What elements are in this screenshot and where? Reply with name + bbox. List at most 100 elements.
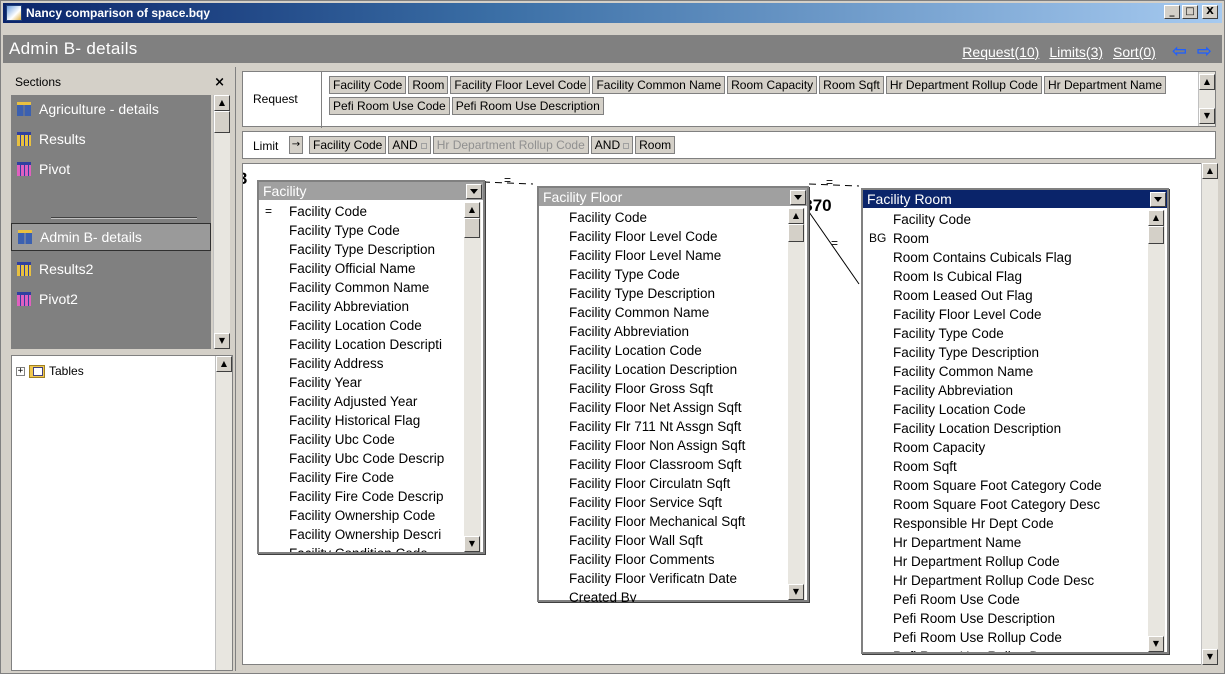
table-field[interactable]: Responsible Hr Dept Code — [863, 514, 1149, 533]
table-field[interactable]: Room Contains Cubicals Flag — [863, 248, 1149, 267]
request-scrollbar[interactable]: ▲ ▼ — [1198, 72, 1215, 126]
table-field[interactable]: Facility Floor Classroom Sqft — [539, 455, 789, 474]
facility-floor-table[interactable]: Facility Floor Facility Code Facility Flo… — [537, 186, 809, 602]
table-field[interactable]: Room Square Foot Category Desc — [863, 495, 1149, 514]
limit-operator[interactable]: AND — [590, 136, 634, 154]
table-field[interactable]: Hr Department Name — [863, 533, 1149, 552]
back-arrow-icon[interactable]: ⇦ — [1172, 41, 1187, 62]
section-item-agriculture-details[interactable]: Agriculture - details — [11, 95, 211, 123]
scroll-down-button[interactable]: ▼ — [214, 333, 230, 349]
table-field[interactable]: Facility Location Code — [863, 400, 1149, 419]
table-field[interactable]: Facility Type Description — [539, 284, 789, 303]
scroll-thumb[interactable] — [464, 218, 480, 238]
table-field[interactable]: Facility Location Description — [539, 360, 789, 379]
table-field[interactable]: Facility Type Description — [863, 343, 1149, 362]
scroll-down-button[interactable]: ▼ — [1199, 108, 1215, 124]
scroll-up-button[interactable]: ▲ — [788, 208, 804, 224]
table-field[interactable]: Room Sqft — [863, 457, 1149, 476]
table-scrollbar[interactable]: ▲ ▼ — [1148, 210, 1165, 652]
table-field[interactable]: Room Is Cubical Flag — [863, 267, 1149, 286]
table-field[interactable]: Facility Type Code — [539, 265, 789, 284]
table-field[interactable]: Facility Location Code — [539, 341, 789, 360]
limit-operator[interactable]: AND — [388, 136, 431, 154]
section-item-admin-b-details[interactable]: Admin B- details — [11, 223, 211, 251]
table-field[interactable]: Facility Floor Service Sqft — [539, 493, 789, 512]
table-field[interactable]: Facility Location Code — [259, 316, 465, 335]
tree-item-tables[interactable]: + Tables — [16, 364, 84, 378]
limits-link[interactable]: Limits(3) — [1049, 44, 1103, 60]
operator-dropdown-icon[interactable] — [420, 142, 427, 149]
request-item[interactable]: Pefi Room Use Code — [329, 97, 450, 115]
table-field[interactable]: Facility Flr 711 Nt Assgn Sqft — [539, 417, 789, 436]
table-field[interactable]: Facility Common Name — [539, 303, 789, 322]
table-field[interactable]: Facility Official Name — [259, 259, 465, 278]
table-field[interactable]: Pefi Room Use Code — [863, 590, 1149, 609]
request-item[interactable]: Facility Code — [329, 76, 407, 94]
request-item[interactable]: Facility Common Name — [592, 76, 726, 94]
scroll-up-button[interactable]: ▲ — [1148, 210, 1164, 226]
table-field[interactable]: Facility Abbreviation — [863, 381, 1149, 400]
scroll-up-button[interactable]: ▲ — [464, 202, 480, 218]
scroll-up-button[interactable]: ▲ — [216, 356, 232, 372]
table-field[interactable]: Facility Code — [863, 210, 1149, 229]
table-field[interactable]: Facility Adjusted Year — [259, 392, 465, 411]
sections-close-icon[interactable]: × — [214, 75, 225, 90]
table-field[interactable]: Facility Fire Code Descrip — [259, 487, 465, 506]
facility-room-table[interactable]: Facility Room Facility Code BG Room Room Co… — [861, 188, 1169, 654]
title-bar[interactable]: Nancy comparison of space.bqy _ □ X — [3, 3, 1222, 23]
request-link[interactable]: Request(10) — [962, 44, 1039, 60]
table-field[interactable]: Facility Ubc Code Descrip — [259, 449, 465, 468]
scroll-down-button[interactable]: ▼ — [1202, 649, 1218, 665]
section-item-pivot[interactable]: Pivot — [11, 155, 211, 183]
table-field[interactable]: Created By — [539, 588, 789, 602]
scroll-down-button[interactable]: ▼ — [788, 584, 804, 600]
table-field[interactable]: Facility Floor Level Code — [539, 227, 789, 246]
request-item[interactable]: Room Capacity — [727, 76, 818, 94]
table-field[interactable]: Facility Address — [259, 354, 465, 373]
table-title-bar[interactable]: Facility Room — [863, 190, 1167, 208]
table-field[interactable]: = Facility Code — [259, 202, 465, 221]
scroll-up-button[interactable]: ▲ — [214, 95, 230, 111]
table-field[interactable]: Facility Common Name — [259, 278, 465, 297]
table-field[interactable]: Facility Condition Code — [259, 544, 465, 552]
table-field[interactable]: Hr Department Rollup Code — [863, 552, 1149, 571]
forward-arrow-icon[interactable]: ⇨ — [1197, 41, 1212, 62]
section-item-results2[interactable]: Results2 — [11, 255, 211, 283]
dropdown-icon[interactable] — [466, 183, 482, 199]
table-field[interactable]: Facility Floor Level Code — [863, 305, 1149, 324]
request-item[interactable]: Pefi Room Use Description — [451, 97, 604, 115]
table-field[interactable]: Facility Abbreviation — [539, 322, 789, 341]
table-field[interactable]: Facility Code — [539, 208, 789, 227]
scroll-down-button[interactable]: ▼ — [1148, 636, 1164, 652]
limit-item[interactable]: Hr Department Rollup Code — [432, 136, 589, 154]
table-field[interactable]: Facility Ubc Code — [259, 430, 465, 449]
scroll-down-button[interactable]: ▼ — [464, 536, 480, 552]
operator-dropdown-icon[interactable] — [623, 142, 630, 149]
table-field[interactable]: Facility Type Code — [863, 324, 1149, 343]
table-field[interactable]: Facility Floor Mechanical Sqft — [539, 512, 789, 531]
close-button[interactable]: X — [1202, 5, 1218, 19]
table-field[interactable]: Hr Department Rollup Code Desc — [863, 571, 1149, 590]
table-field[interactable]: Facility Floor Gross Sqft — [539, 379, 789, 398]
table-scrollbar[interactable]: ▲ ▼ — [464, 202, 481, 552]
table-field[interactable]: Facility Floor Comments — [539, 550, 789, 569]
table-field[interactable]: Facility Abbreviation — [259, 297, 465, 316]
table-field[interactable]: Facility Fire Code — [259, 468, 465, 487]
limit-item[interactable]: Room — [635, 136, 676, 154]
table-field[interactable]: Room Leased Out Flag — [863, 286, 1149, 305]
limit-item[interactable]: Facility Code — [309, 136, 387, 154]
table-field[interactable]: Facility Location Descripti — [259, 335, 465, 354]
table-title-bar[interactable]: Facility Floor — [539, 188, 807, 206]
sort-link[interactable]: Sort(0) — [1113, 44, 1156, 60]
canvas-scrollbar[interactable]: ▲ ▼ — [1201, 163, 1218, 665]
table-field[interactable]: Facility Type Description — [259, 240, 465, 259]
table-title-bar[interactable]: Facility — [259, 182, 483, 200]
table-field[interactable]: Facility Ownership Code — [259, 506, 465, 525]
sections-scrollbar[interactable]: ▲ ▼ — [213, 95, 230, 349]
table-field[interactable]: Facility Floor Net Assign Sqft — [539, 398, 789, 417]
minimize-button[interactable]: _ — [1164, 5, 1180, 19]
table-field[interactable]: Facility Ownership Descri — [259, 525, 465, 544]
limit-arrow-icon[interactable]: → — [289, 136, 303, 154]
table-field[interactable]: Pefi Room Use Description — [863, 609, 1149, 628]
scroll-up-button[interactable]: ▲ — [1202, 163, 1218, 179]
